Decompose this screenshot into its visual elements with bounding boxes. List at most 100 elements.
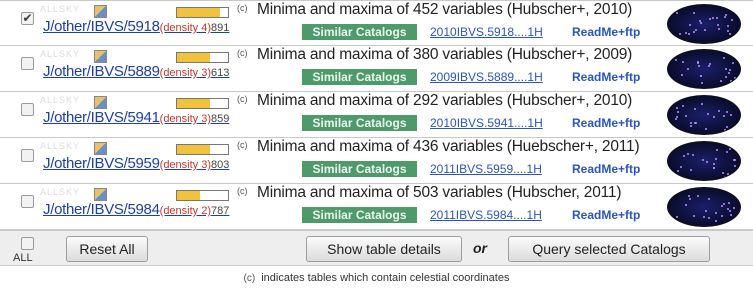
faint-badge: ALLSKY (40, 4, 81, 14)
sky-source-dot (714, 157, 717, 160)
query-selected-catalogs-button[interactable]: Query selected Catalogs (508, 236, 710, 262)
readme-ftp-link[interactable]: ReadMe+ftp (572, 116, 640, 130)
sky-source-dot (706, 113, 709, 116)
sky-source-dot (730, 80, 733, 83)
sky-source-dot (707, 216, 710, 219)
sky-source-dot (712, 163, 715, 166)
sky-source-dot (708, 197, 710, 200)
sky-source-dot (687, 152, 690, 155)
density-fill (177, 99, 211, 108)
sky-source-dot (705, 209, 708, 212)
sky-source-dot (716, 149, 719, 152)
sky-source-dot (719, 79, 722, 82)
catalog-thumbnail-icon (94, 50, 107, 63)
similar-catalogs-button[interactable]: Similar Catalogs (302, 69, 417, 85)
catalog-list: ✔ ALLSKY (c) Minima and maxima of 452 va… (0, 0, 753, 230)
sky-source-dot (679, 165, 682, 168)
sky-source-dot (690, 124, 693, 127)
sky-source-dot (697, 194, 700, 197)
catalog-id[interactable]: J/other/IBVS/5941 (43, 109, 160, 126)
bibcode-link[interactable]: 2010IBVS.5941....1H (430, 116, 543, 130)
sky-source-dot (720, 215, 723, 218)
sky-source-dot (724, 128, 727, 131)
sky-source-dot (726, 173, 729, 176)
sky-source-dot (723, 203, 726, 206)
sky-source-dot (727, 24, 730, 27)
similar-catalogs-button[interactable]: Similar Catalogs (302, 207, 417, 223)
sky-source-dot (725, 68, 728, 71)
sky-source-dot (689, 122, 692, 125)
catalog-link[interactable]: J/other/IBVS/5918(density 4)891 (43, 18, 229, 35)
sky-source-dot (733, 77, 736, 80)
action-bar: ALL Reset All Show table details or Quer… (0, 230, 753, 266)
catalog-id[interactable]: J/other/IBVS/5959 (43, 155, 160, 172)
sky-source-dot (728, 210, 731, 213)
sky-source-dot (685, 115, 688, 118)
catalog-link[interactable]: J/other/IBVS/5941(density 3)859 (43, 109, 229, 126)
show-table-details-button[interactable]: Show table details (306, 236, 462, 262)
catalog-link[interactable]: J/other/IBVS/5984(density 2)787 (43, 201, 229, 218)
sky-source-dot (687, 67, 690, 70)
sky-source-dot (699, 75, 702, 78)
row-checkbox[interactable] (21, 57, 34, 70)
sky-source-dot (730, 174, 733, 177)
row-checkbox[interactable] (21, 103, 34, 116)
readme-ftp-link[interactable]: ReadMe+ftp (572, 208, 640, 222)
sky-source-dot (724, 175, 727, 178)
readme-ftp-link[interactable]: ReadMe+ftp (572, 25, 640, 39)
sky-source-dot (727, 201, 730, 204)
catalog-link[interactable]: J/other/IBVS/5889(density 3)613 (43, 63, 229, 80)
sky-source-dot (712, 115, 715, 118)
catalog-row: ALLSKY (c) Minima and maxima of 292 vari… (0, 92, 753, 138)
row-checkbox[interactable] (21, 195, 34, 208)
row-checkbox[interactable] (21, 149, 34, 162)
sky-source-dot (697, 61, 699, 64)
sky-source-dot (718, 27, 721, 30)
density-bar (176, 98, 229, 109)
sky-source-dot (674, 117, 677, 120)
sky-source-dot (729, 114, 732, 117)
sky-coverage-map-icon[interactable] (667, 49, 741, 89)
sky-source-dot (723, 57, 726, 60)
catalog-link[interactable]: J/other/IBVS/5959(density 3)803 (43, 155, 229, 172)
bibcode-link[interactable]: 2010IBVS.5918....1H (430, 25, 543, 39)
sky-source-dot (675, 106, 678, 109)
similar-catalogs-button[interactable]: Similar Catalogs (302, 161, 417, 177)
sky-source-dot (678, 33, 681, 36)
row-count: 859 (211, 113, 230, 125)
bibcode-link[interactable]: 2011IBVS.5959....1H (430, 162, 542, 176)
sky-coverage-map-icon[interactable] (667, 95, 741, 135)
sky-source-dot (701, 159, 704, 162)
sky-coverage-map-icon[interactable] (667, 141, 741, 181)
density-label: (density 3) (159, 159, 212, 171)
or-label: or (473, 240, 487, 256)
sky-source-dot (727, 71, 730, 74)
coordinates-flag: (c) (237, 186, 248, 196)
bibcode-link[interactable]: 2011IBVS.5984....1H (430, 208, 542, 222)
sky-source-dot (721, 205, 724, 208)
row-count: 613 (211, 67, 230, 79)
readme-ftp-link[interactable]: ReadMe+ftp (572, 162, 640, 176)
catalog-id[interactable]: J/other/IBVS/5918 (43, 18, 160, 35)
bibcode-link[interactable]: 2009IBVS.5889....1H (430, 70, 543, 84)
sky-source-dot (733, 158, 736, 161)
density-label: (density 2) (159, 205, 212, 217)
sky-coverage-map-icon[interactable] (667, 4, 741, 44)
coordinates-flag: (c) (237, 48, 248, 58)
row-checkbox[interactable]: ✔ (21, 12, 34, 25)
sky-source-dot (733, 207, 736, 210)
sky-source-dot (717, 24, 720, 27)
sky-source-dot (691, 154, 694, 157)
sky-coverage-map-icon[interactable] (667, 187, 741, 227)
select-all-checkbox[interactable] (21, 237, 34, 250)
reset-all-button[interactable]: Reset All (66, 236, 148, 262)
catalog-id[interactable]: J/other/IBVS/5889 (43, 63, 160, 80)
readme-ftp-link[interactable]: ReadMe+ftp (572, 70, 640, 84)
sky-source-dot (701, 82, 703, 85)
similar-catalogs-button[interactable]: Similar Catalogs (302, 115, 417, 131)
similar-catalogs-button[interactable]: Similar Catalogs (302, 24, 417, 40)
sky-source-dot (713, 166, 716, 169)
catalog-id[interactable]: J/other/IBVS/5984 (43, 201, 160, 218)
sky-source-dot (692, 215, 695, 218)
sky-source-dot (708, 62, 711, 65)
